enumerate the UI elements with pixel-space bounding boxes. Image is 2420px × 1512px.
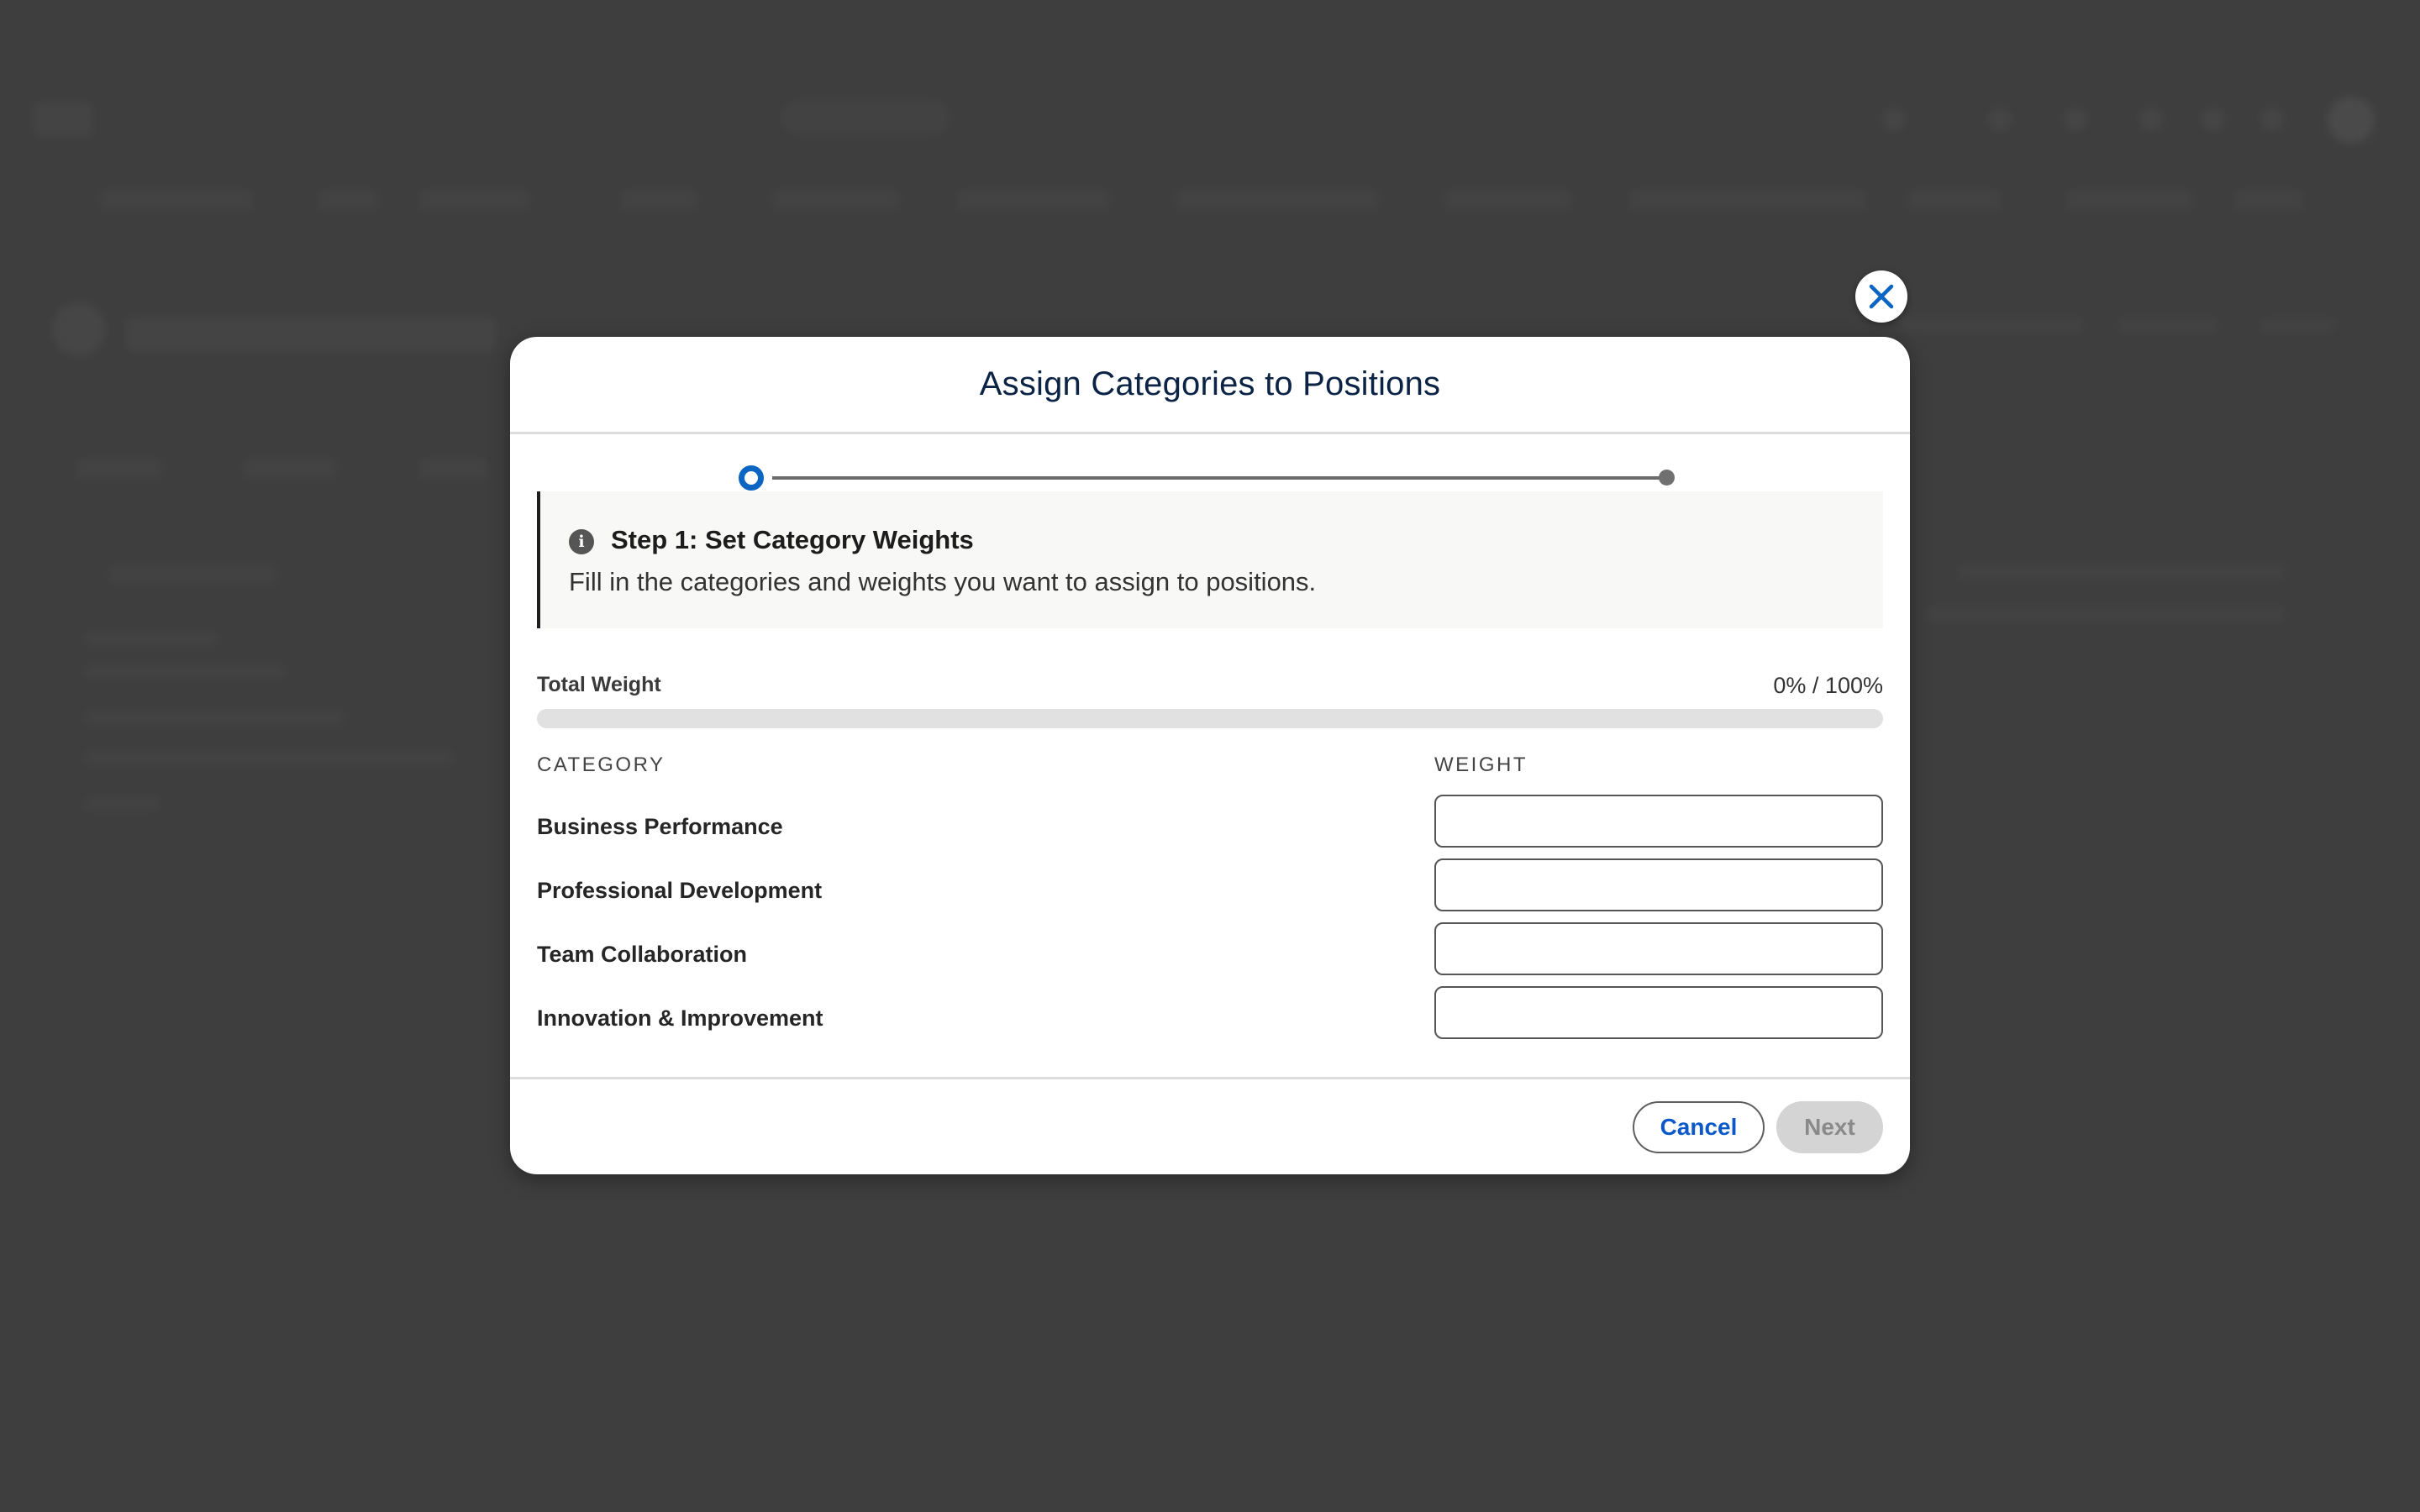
background-text [109,564,277,585]
category-label: Innovation & Improvement [537,1005,823,1031]
background-nav-item [319,190,378,210]
background-tab [244,459,336,479]
background-util-icon [2064,108,2087,131]
background-util-icon [2139,108,2163,131]
stepper-step-1-active [739,465,764,491]
background-avatar [2328,97,2375,144]
category-label: Business Performance [537,814,783,839]
cancel-button[interactable]: Cancel [1633,1101,1765,1153]
weight-column-header: WEIGHT [1434,753,1528,776]
background-nav-item [420,190,529,210]
stepper-track [772,476,1660,480]
background-nav-item [1630,190,1865,210]
background-nav-item [622,190,697,210]
weight-input-business-performance[interactable] [1434,795,1883,848]
info-icon: i [569,529,594,554]
background-nav-item [2235,190,2302,210]
step-info-banner: i Step 1: Set Category Weights Fill in t… [537,491,1883,628]
stepper-step-2 [1659,470,1675,486]
background-nav-item [773,190,899,210]
background-tab [77,459,161,479]
weight-input-innovation-improvement[interactable] [1434,986,1883,1039]
background-text [84,750,454,765]
total-weight-value: 0% / 100% [1773,673,1883,698]
background-text [2260,318,2336,333]
weight-input-professional-development[interactable] [1434,858,1883,911]
background-text [1924,606,2286,622]
background-text [1958,564,2286,580]
background-nav-item [1907,190,2000,210]
close-icon [1869,284,1894,309]
category-label: Professional Development [537,878,823,903]
background-tab [420,459,487,479]
background-text [84,632,218,647]
background-page-title [126,318,496,351]
background-text [84,664,286,679]
progress-stepper [510,463,1910,493]
background-text [2118,318,2218,333]
category-column-header: CATEGORY [537,753,666,776]
total-weight-progress-bar [537,709,1883,728]
background-text [84,796,160,811]
background-logo [34,102,92,136]
step-title: Step 1: Set Category Weights [611,525,974,554]
next-button[interactable]: Next [1776,1101,1883,1153]
background-page-icon [52,302,106,356]
background-text [84,710,345,725]
modal-footer: Cancel Next [510,1077,1910,1174]
assign-categories-modal: Assign Categories to Positions i Step 1:… [510,337,1910,1174]
total-weight-label: Total Weight [537,673,661,696]
background-util-icon [1988,108,2012,131]
background-util-icon [1882,108,1906,131]
weight-input-team-collaboration[interactable] [1434,922,1883,975]
modal-title: Assign Categories to Positions [979,365,1441,402]
background-util-icon [2260,108,2284,131]
category-label: Team Collaboration [537,942,748,967]
step-description: Fill in the categories and weights you w… [569,567,1317,596]
background-nav-item [101,190,252,210]
background-util-icon [2202,108,2225,131]
background-nav-item [1445,190,1571,210]
background-text [1899,318,2084,333]
background-nav-item [2067,190,2193,210]
background-nav-item [958,190,1109,210]
close-modal-button[interactable] [1855,270,1907,323]
modal-header: Assign Categories to Positions [510,337,1910,434]
background-search-bar [781,101,950,134]
background-nav-item [1176,190,1378,210]
